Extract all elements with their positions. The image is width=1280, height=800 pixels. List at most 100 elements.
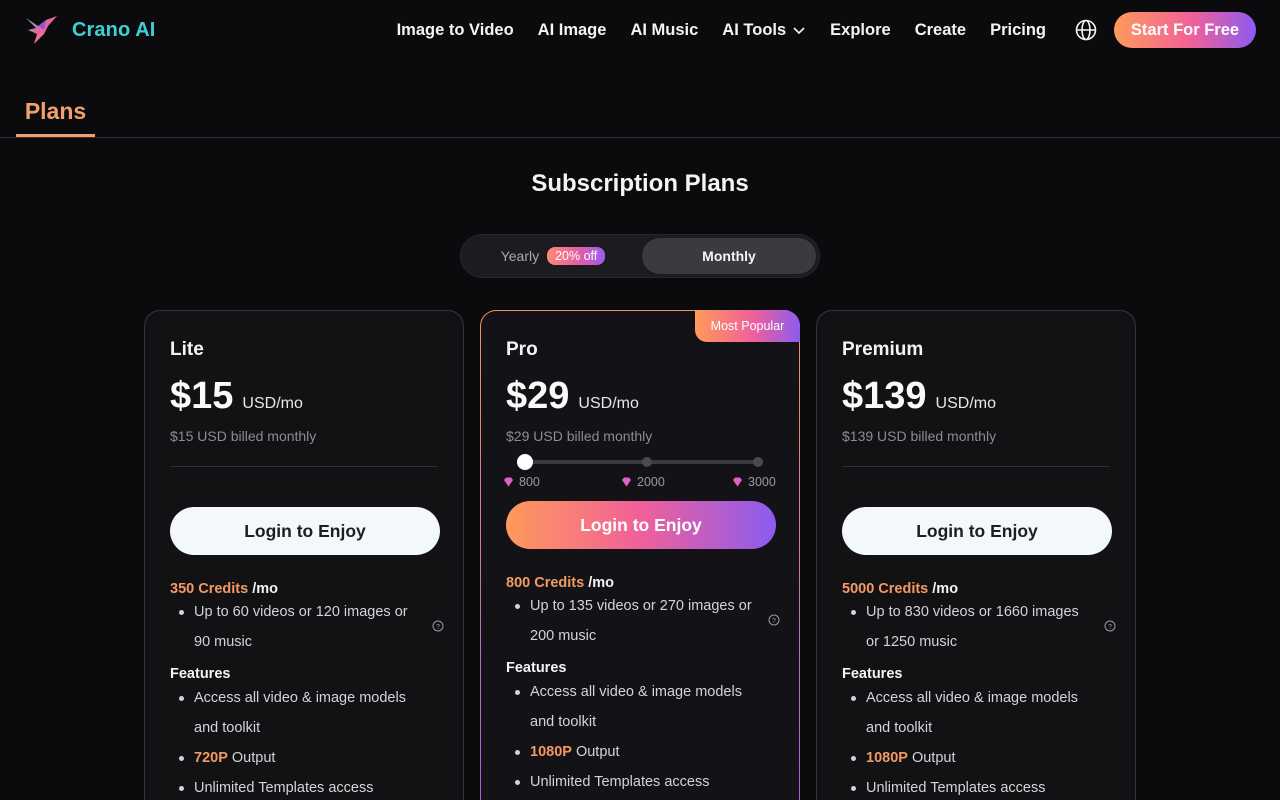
nav-ai-music[interactable]: AI Music [630, 21, 698, 40]
features-title: Features [842, 666, 903, 682]
price-unit: USD/mo [578, 395, 639, 412]
credits-amount: 800 Credits [506, 575, 585, 591]
list-item: Up to 830 videos or 1660 images or 1250 … [851, 597, 1116, 657]
login-to-enjoy-button[interactable]: Login to Enjoy [842, 507, 1112, 555]
usage-list: Up to 60 videos or 120 images or 90 musi… [179, 597, 444, 657]
nav-ai-image[interactable]: AI Image [538, 21, 607, 40]
slider-option[interactable]: 800 [503, 475, 540, 489]
plan-card-lite: Lite $15 USD/mo $15 USD billed monthly L… [144, 310, 464, 800]
price-row: $139 USD/mo [842, 375, 1110, 419]
slider-option[interactable]: 2000 [621, 475, 665, 489]
credits-line: 5000 Credits /mo [842, 581, 1110, 597]
svg-text:?: ? [436, 624, 440, 631]
plan-price: $139 [842, 375, 927, 417]
plan-price: $15 [170, 375, 234, 417]
list-item: Access all video & image models and tool… [515, 677, 774, 737]
list-item: Up to 135 videos or 270 images or 200 mu… [515, 591, 780, 651]
output-resolution: 1080P [530, 744, 572, 760]
info-icon[interactable]: ? [1104, 620, 1116, 632]
credits-period: /mo [252, 581, 278, 597]
credits-period: /mo [932, 581, 959, 597]
credits-amount: 5000 Credits [842, 581, 929, 597]
list-item: 1080P Output [515, 737, 774, 767]
list-item: Access all video & image models and tool… [179, 683, 438, 743]
price-row: $15 USD/mo [170, 375, 438, 419]
output-resolution: 720P [194, 750, 228, 766]
info-icon[interactable]: ? [432, 620, 444, 632]
billing-yearly-option[interactable]: Yearly 20% off [465, 238, 641, 274]
price-row: $29 USD/mo [506, 375, 774, 419]
price-unit: USD/mo [935, 395, 996, 412]
output-label: Output [575, 744, 620, 760]
list-item: Unlimited Templates access [515, 767, 774, 797]
credits-slider[interactable]: 800 2000 3000 [503, 445, 776, 501]
nav-ai-tools-label: AI Tools [722, 20, 787, 39]
slider-handle[interactable] [517, 454, 533, 470]
usage-list: Up to 830 videos or 1660 images or 1250 … [851, 597, 1116, 657]
billing-note: $15 USD billed monthly [170, 428, 317, 444]
credits-period: /mo [588, 575, 614, 591]
slider-tick[interactable] [753, 457, 763, 467]
hummingbird-logo-icon [26, 16, 57, 44]
list-item: Unlimited Templates access [851, 773, 1110, 800]
credits-amount: 350 Credits [170, 581, 249, 597]
info-icon[interactable]: ? [768, 614, 780, 626]
tab-divider [0, 137, 1280, 138]
feature-list: Access all video & image models and tool… [515, 677, 774, 797]
most-popular-badge: Most Popular [695, 310, 800, 342]
credits-line: 350 Credits /mo [170, 581, 438, 597]
feature-list: Access all video & image models and tool… [851, 683, 1110, 800]
login-to-enjoy-button[interactable]: Login to Enjoy [170, 507, 440, 555]
usage-text: Up to 135 videos or 270 images or 200 mu… [530, 598, 752, 644]
brand-name: Crano AI [72, 18, 156, 41]
features-title: Features [170, 666, 231, 682]
plan-name: Lite [170, 339, 204, 360]
start-for-free-button[interactable]: Start For Free [1114, 12, 1256, 48]
list-item: Unlimited Templates access [179, 773, 438, 800]
usage-list: Up to 135 videos or 270 images or 200 mu… [515, 591, 780, 651]
page-title: Subscription Plans [531, 170, 749, 197]
slider-option-label: 2000 [637, 475, 665, 489]
chevron-down-icon [793, 27, 805, 35]
main-nav: Image to Video AI Image AI Music AI Tool… [397, 0, 1046, 60]
brand-logo[interactable]: Crano AI [24, 14, 155, 46]
usage-text: Up to 830 videos or 1660 images or 1250 … [866, 604, 1079, 650]
slider-option-label: 800 [519, 475, 540, 489]
billing-monthly-option[interactable]: Monthly [642, 238, 816, 274]
billing-note: $29 USD billed monthly [506, 428, 653, 444]
plan-name: Premium [842, 339, 924, 360]
gem-icon [733, 477, 742, 487]
list-item: Access all video & image models and tool… [851, 683, 1110, 743]
billing-toggle: Yearly 20% off Monthly [460, 234, 820, 278]
features-title: Features [506, 660, 567, 676]
output-label: Output [231, 750, 276, 766]
list-item: Up to 60 videos or 120 images or 90 musi… [179, 597, 444, 657]
usage-text: Up to 60 videos or 120 images or 90 musi… [194, 604, 408, 650]
login-to-enjoy-button[interactable]: Login to Enjoy [506, 501, 776, 549]
nav-image-to-video[interactable]: Image to Video [397, 21, 514, 40]
tab-plans[interactable]: Plans [16, 98, 95, 137]
gem-icon [622, 477, 631, 487]
billing-note: $139 USD billed monthly [842, 428, 997, 444]
price-unit: USD/mo [242, 395, 303, 412]
slider-tick[interactable] [642, 457, 652, 467]
credits-line: 800 Credits /mo [506, 575, 774, 591]
feature-list: Access all video & image models and tool… [179, 683, 438, 800]
nav-ai-tools[interactable]: AI Tools [722, 21, 806, 40]
billing-yearly-label: Yearly [500, 248, 540, 264]
slider-option[interactable]: 3000 [732, 475, 776, 489]
output-resolution: 1080P [866, 750, 908, 766]
globe-icon[interactable] [1074, 18, 1098, 42]
nav-explore[interactable]: Explore [830, 21, 891, 40]
svg-text:?: ? [772, 618, 776, 625]
nav-create[interactable]: Create [915, 21, 966, 40]
plan-price: $29 [506, 375, 570, 417]
nav-pricing[interactable]: Pricing [990, 21, 1046, 40]
top-header: Crano AI Image to Video AI Image AI Musi… [0, 0, 1280, 60]
gem-icon [504, 477, 513, 487]
plan-card-pro: Most Popular Pro $29 USD/mo $29 USD bill… [480, 310, 800, 800]
svg-text:?: ? [1108, 624, 1112, 631]
output-label: Output [911, 750, 956, 766]
slider-option-label: 3000 [748, 475, 776, 489]
list-item: 1080P Output [851, 743, 1110, 773]
